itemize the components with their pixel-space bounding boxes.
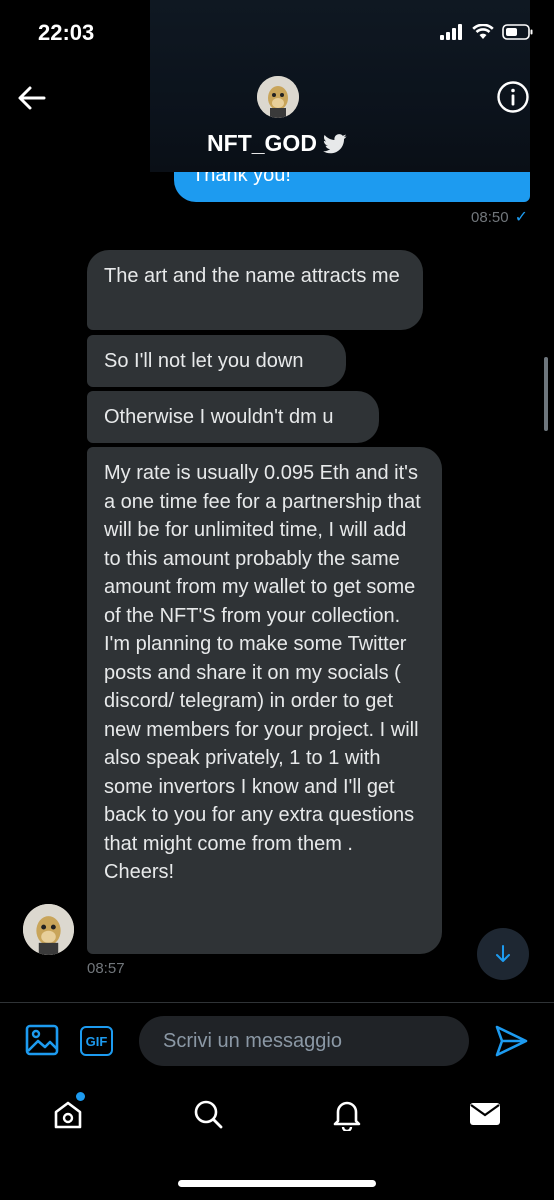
read-receipt-icon: ✓	[514, 209, 528, 226]
send-button[interactable]	[492, 1022, 530, 1060]
back-arrow-icon	[18, 86, 46, 110]
ape-avatar-icon	[23, 904, 74, 955]
bell-icon	[333, 1101, 361, 1131]
info-icon	[497, 81, 529, 113]
home-icon	[54, 1101, 82, 1129]
scroll-to-bottom-button[interactable]	[477, 928, 529, 980]
cellular-signal-icon	[440, 24, 462, 40]
tab-messages[interactable]	[463, 1092, 507, 1136]
search-icon	[194, 1100, 223, 1129]
status-bar: 22:03	[0, 0, 554, 70]
tab-home[interactable]	[46, 1092, 90, 1136]
arrow-down-icon	[496, 945, 510, 962]
sent-message-text: Thank you!	[192, 172, 291, 186]
mail-icon	[470, 1103, 500, 1125]
home-notification-dot	[76, 1092, 85, 1101]
message-input[interactable]	[139, 1016, 469, 1066]
status-time: 22:03	[38, 20, 95, 45]
received-message[interactable]: The art and the name attracts me	[87, 250, 423, 330]
info-button[interactable]	[496, 80, 530, 114]
received-time: 08:57	[87, 960, 125, 977]
twitter-bird-icon	[322, 134, 347, 154]
back-button[interactable]	[14, 80, 50, 116]
status-icons	[440, 24, 534, 40]
profile-avatar[interactable]	[257, 76, 299, 118]
sent-time: 08:50	[471, 208, 509, 226]
tab-search[interactable]	[186, 1092, 230, 1136]
add-image-button[interactable]	[24, 1022, 60, 1058]
ape-avatar-icon	[257, 76, 299, 118]
sent-message-meta: 08:50 ✓	[471, 207, 528, 227]
profile-name[interactable]: NFT_GOD	[0, 130, 554, 157]
sent-message[interactable]: Thank you!	[174, 172, 530, 202]
sender-avatar[interactable]	[23, 904, 74, 955]
image-icon	[25, 1024, 59, 1056]
received-message[interactable]: My rate is usually 0.095 Eth and it's a …	[87, 447, 442, 954]
wifi-icon	[472, 24, 494, 39]
gif-button[interactable]: GIF	[80, 1026, 113, 1056]
tab-notifications[interactable]	[325, 1092, 369, 1136]
battery-icon	[502, 24, 533, 40]
composer-divider	[0, 1002, 554, 1003]
received-message[interactable]: So I'll not let you down	[87, 335, 346, 387]
received-message[interactable]: Otherwise I wouldn't dm u	[87, 391, 379, 443]
home-indicator	[178, 1180, 376, 1187]
scrollbar[interactable]	[544, 357, 548, 431]
send-icon	[495, 1025, 528, 1057]
display-name: NFT_GOD	[207, 130, 317, 156]
